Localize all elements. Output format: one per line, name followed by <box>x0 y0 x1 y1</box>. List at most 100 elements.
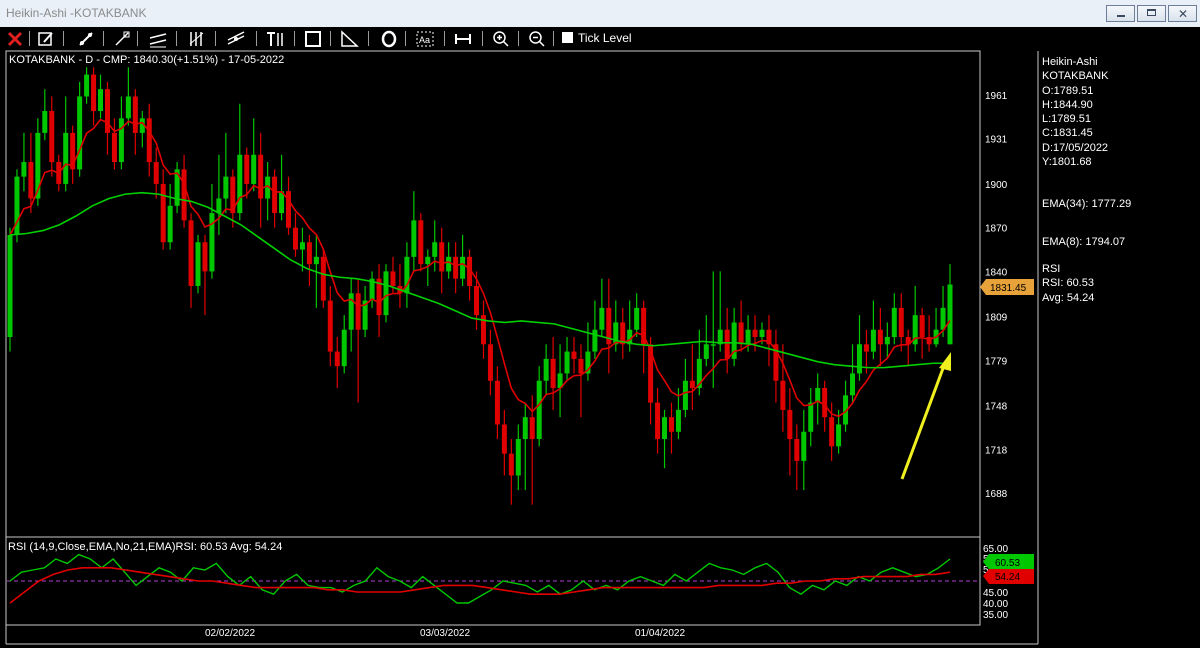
info-ema34: EMA(34): 1777.29 <box>1042 198 1132 211</box>
candle-body <box>160 183 166 243</box>
candle-body <box>292 227 298 250</box>
rsi-layer <box>9 553 951 604</box>
candle-body <box>592 329 598 352</box>
candle-body <box>418 220 424 265</box>
candle-body <box>202 242 208 272</box>
candle-body <box>759 329 765 338</box>
candle-body <box>91 74 97 112</box>
date-label: 03/03/2022 <box>420 628 470 639</box>
candle-body <box>383 271 389 316</box>
candle-body <box>341 329 347 367</box>
price-tick-label: 1779 <box>985 356 1008 367</box>
yellow-arrow-annotation <box>900 352 951 480</box>
candle-body <box>599 307 605 330</box>
candle-body <box>836 424 842 447</box>
candle-body <box>146 118 152 163</box>
candle-body <box>801 431 807 461</box>
candle-body <box>529 417 535 440</box>
candle-body <box>334 351 340 367</box>
info-chart-type: Heikin-Ashi <box>1042 56 1098 68</box>
candle-body <box>258 154 264 199</box>
candle-body <box>98 89 104 112</box>
candle-body <box>42 111 48 133</box>
candle-body <box>84 74 90 97</box>
candle-body <box>425 256 431 265</box>
candle-body <box>578 358 584 374</box>
rsi-value-badge: 60.53 <box>983 554 1034 569</box>
candle-body <box>522 417 528 440</box>
info-rsi-title: RSI <box>1042 262 1061 275</box>
candle-body <box>850 373 856 396</box>
info-close: C:1831.45 <box>1042 127 1093 140</box>
candle-body <box>313 256 319 265</box>
candle-body <box>675 409 681 432</box>
candle-body <box>898 307 904 338</box>
candle-body <box>794 439 800 461</box>
price-pane-border <box>5 50 981 538</box>
date-label: 02/02/2022 <box>205 628 255 639</box>
info-low: L:1789.51 <box>1042 113 1091 126</box>
candle-body <box>494 380 500 425</box>
info-date: D:17/05/2022 <box>1042 141 1109 154</box>
chart-header: KOTAKBANK - D - CMP: 1840.30(+1.51%) - 1… <box>9 54 285 66</box>
candle-body <box>251 154 257 184</box>
rsi-badge-text: 60.53 <box>995 558 1020 569</box>
candle-body <box>682 380 688 410</box>
candle-body <box>863 344 869 352</box>
candle-body <box>780 380 786 410</box>
candle-body <box>223 176 229 199</box>
candle-body <box>891 307 897 338</box>
candle-body <box>411 220 417 257</box>
price-tick-label: 1931 <box>985 135 1008 146</box>
current-price-badge: 1831.45 <box>980 279 1034 295</box>
candle-body <box>571 351 577 359</box>
candle-body <box>870 329 876 352</box>
candle-body <box>787 409 793 440</box>
candle-body <box>940 307 946 330</box>
candle-body <box>808 402 814 432</box>
candle-body <box>132 96 138 133</box>
candle-body <box>745 329 751 345</box>
ema8-line <box>9 118 951 418</box>
candle-body <box>536 380 542 440</box>
rsi-tick-label: 35.00 <box>983 610 1008 621</box>
candle-body <box>432 242 438 257</box>
candle-body <box>515 439 521 476</box>
candle-body <box>299 242 305 250</box>
candle-body <box>446 256 452 272</box>
candle-body <box>724 329 730 359</box>
candle-body <box>327 300 333 352</box>
candle-body <box>7 234 13 338</box>
candle-body <box>919 315 925 338</box>
candle-body <box>501 424 507 454</box>
price-tick-label: 1688 <box>985 489 1008 500</box>
candle-body <box>822 388 828 418</box>
candle-body <box>244 154 250 184</box>
rsi-avg-line <box>9 566 951 604</box>
candle-body <box>710 344 716 346</box>
candle-body <box>355 293 361 330</box>
price-tick-label: 1900 <box>985 180 1008 191</box>
candle-body <box>439 242 445 272</box>
candle-body <box>703 344 709 359</box>
price-tick-label: 1809 <box>985 313 1008 324</box>
candle-body <box>21 162 27 177</box>
price-tick-label: 1870 <box>985 224 1008 235</box>
candle-body <box>829 417 835 447</box>
info-open: O:1789.51 <box>1042 84 1094 97</box>
info-rsi-value: RSI: 60.53 <box>1042 277 1094 290</box>
candle-body <box>28 162 34 199</box>
candle-body <box>125 96 131 119</box>
candle-body <box>884 337 890 345</box>
candle-body <box>543 358 549 381</box>
candle-body <box>668 417 674 432</box>
date-axis: 02/02/2022 03/03/2022 01/04/2022 <box>205 628 685 639</box>
avg-badge-text: 54.24 <box>995 572 1020 583</box>
candle-body <box>237 154 243 214</box>
date-label: 01/04/2022 <box>635 628 685 639</box>
candle-body <box>453 256 459 279</box>
candle-body <box>460 256 466 279</box>
candle-body <box>63 132 69 184</box>
price-tick-label: 1840 <box>985 267 1008 278</box>
price-tick-label: 1748 <box>985 402 1008 413</box>
